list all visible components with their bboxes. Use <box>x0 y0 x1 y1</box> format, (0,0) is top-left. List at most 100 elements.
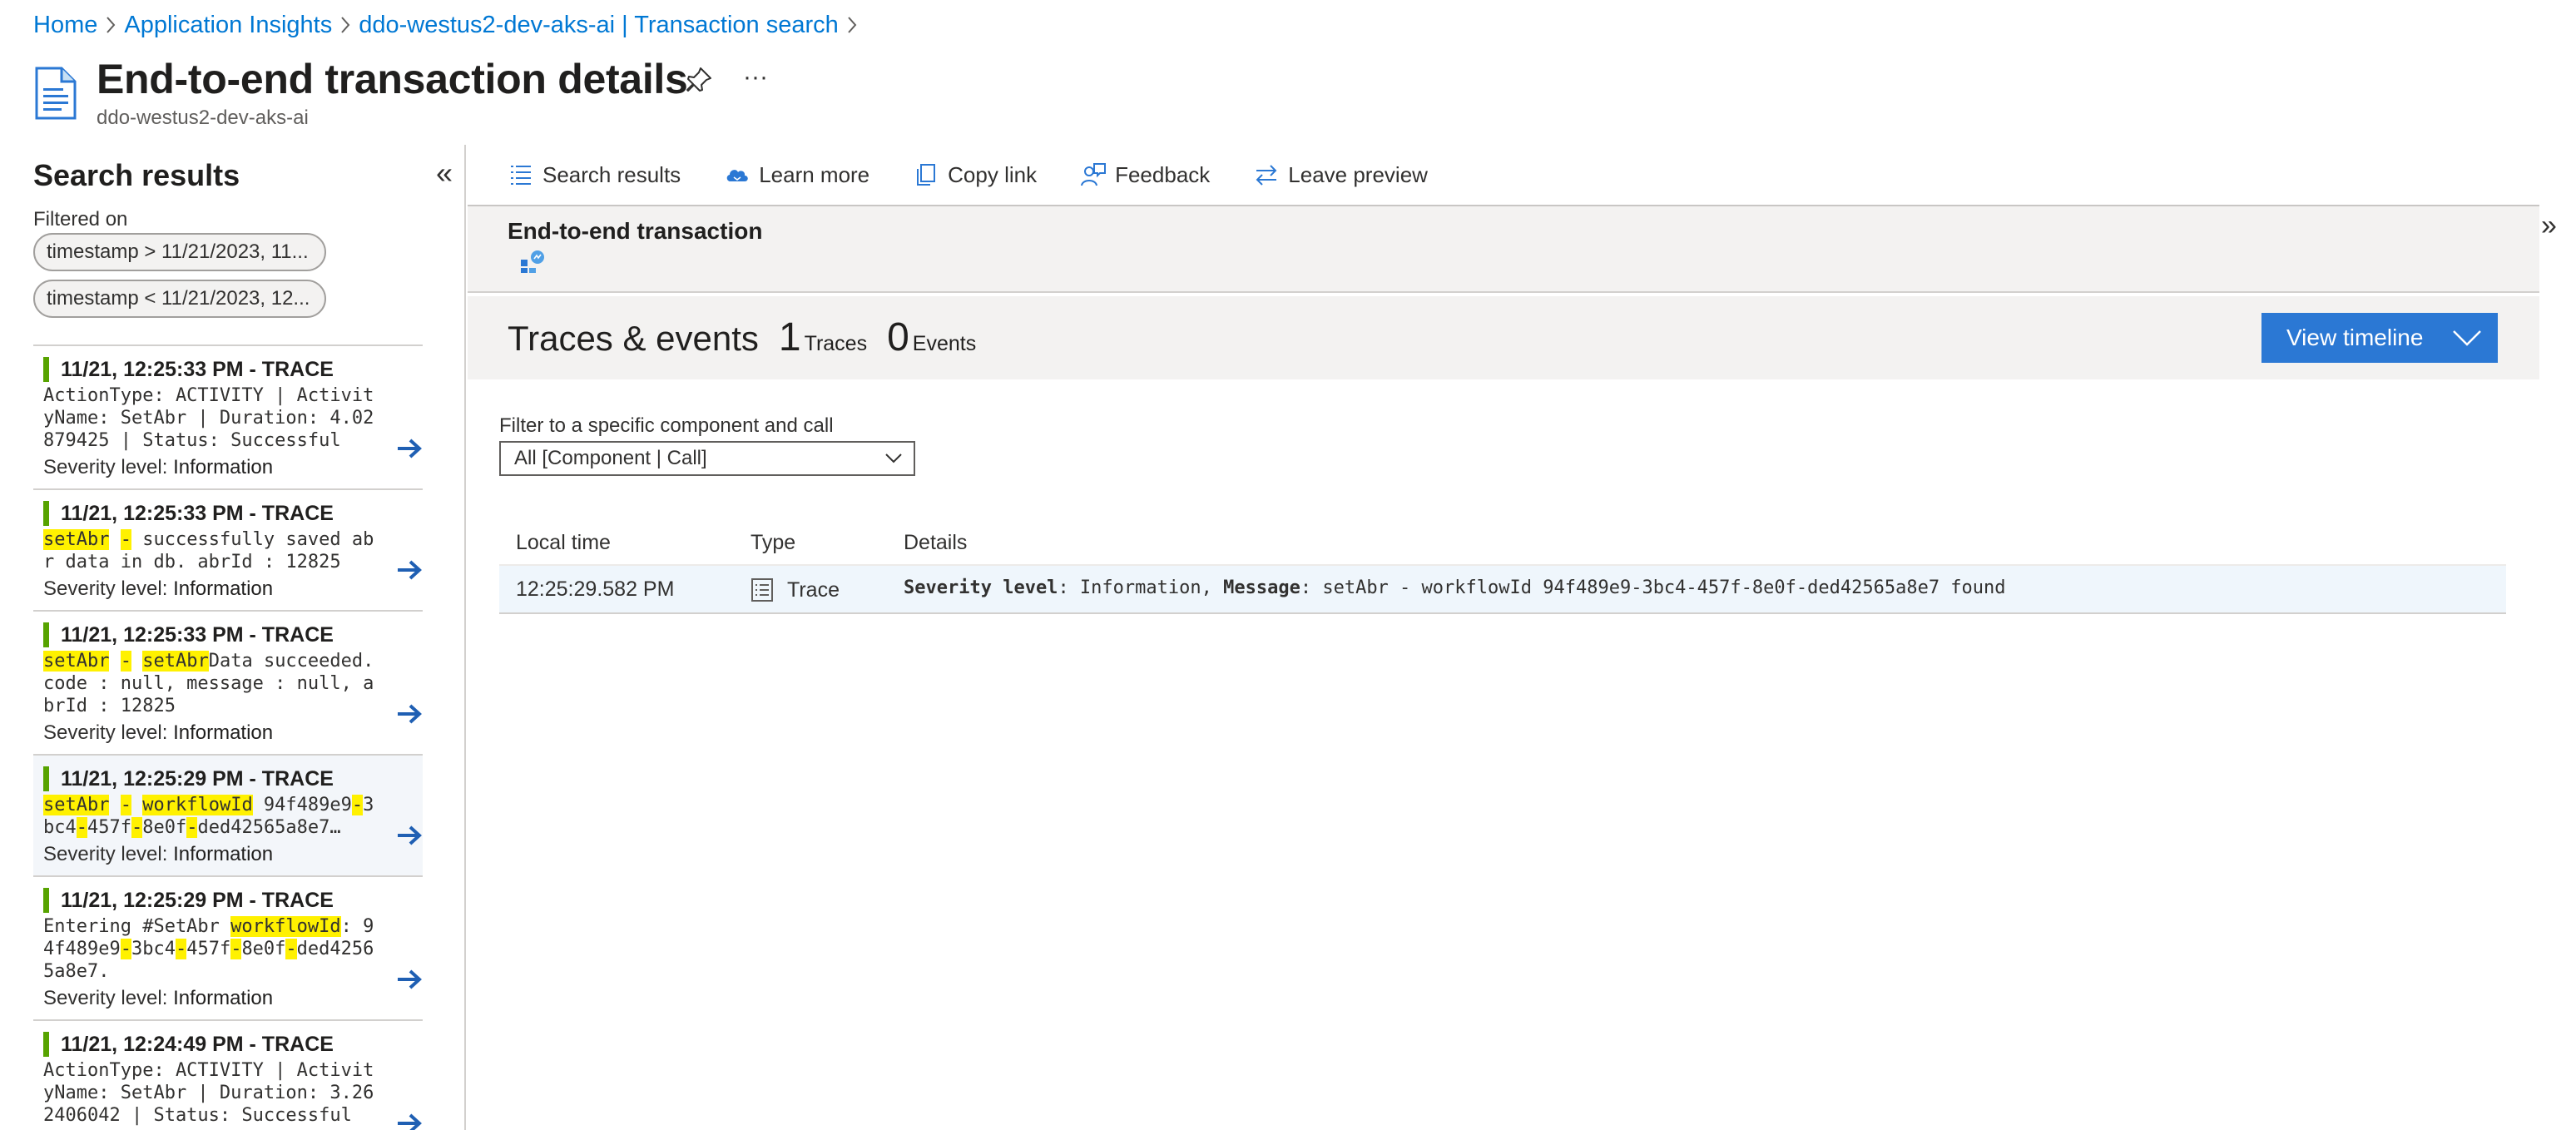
copy-link-button[interactable]: Copy link <box>913 161 1037 188</box>
app-insights-icon[interactable] <box>519 248 546 275</box>
message-text: ded42565a8e7… <box>197 817 341 838</box>
pane-divider[interactable] <box>464 145 466 1130</box>
search-result-item[interactable]: 11/21, 12:25:29 PM - TRACE setAbr - workf… <box>33 756 423 877</box>
message-text: 457f <box>186 939 231 959</box>
message-text: code : null, message : null, a <box>43 673 374 694</box>
collapse-pane-icon[interactable]: « <box>436 158 453 188</box>
leave-preview-label: Leave preview <box>1288 161 1428 187</box>
result-severity: Severity level: Information <box>43 575 413 603</box>
feedback-button[interactable]: Feedback <box>1080 161 1210 188</box>
switch-arrows-icon <box>1256 165 1277 186</box>
result-header: 11/21, 12:25:29 PM - TRACE <box>43 887 413 914</box>
search-highlight: - <box>285 939 297 959</box>
view-timeline-label: View timeline <box>2286 325 2424 350</box>
traces-unit: Traces <box>804 332 868 355</box>
search-result-item[interactable]: 11/21, 12:25:33 PM - TRACE ActionType: AC… <box>33 346 423 490</box>
page-title: End-to-end transaction details <box>97 56 688 102</box>
message-text <box>109 651 120 672</box>
result-severity: Severity level: Information <box>43 984 413 1013</box>
message-text: 3 <box>363 795 374 815</box>
search-results-button[interactable]: Search results <box>508 161 681 188</box>
learn-more-button[interactable]: Learn more <box>724 161 869 188</box>
search-highlight: workflowId <box>230 916 341 937</box>
search-result-item[interactable]: 11/21, 12:25:33 PM - TRACE setAbr - setAb… <box>33 612 423 756</box>
end-to-end-transaction-panel: End-to-end transaction <box>468 205 2539 293</box>
severity-value: Information <box>173 456 274 478</box>
events-count: 0 <box>887 315 909 359</box>
search-highlight: setAbr <box>43 529 110 550</box>
result-message: setAbr - successfully saved ab r data in … <box>43 528 413 573</box>
search-result-item[interactable]: 11/21, 12:25:29 PM - TRACE Entering #SetA… <box>33 877 423 1021</box>
search-result-item[interactable]: 11/21, 12:25:33 PM - TRACE setAbr - succe… <box>33 490 423 612</box>
traces-events-heading: Traces & events 1 Traces 0 Events <box>508 315 976 360</box>
result-timestamp: 11/21, 12:25:29 PM - TRACE <box>61 888 334 912</box>
filter-pill[interactable]: timestamp > 11/21/2023, 11... <box>33 233 326 271</box>
message-text: 8e0f <box>142 817 187 838</box>
result-message: Entering #SetAbr workflowId: 9 4f489e9-3b… <box>43 915 413 983</box>
result-header: 11/21, 12:25:33 PM - TRACE <box>43 622 413 648</box>
severity-value: Information <box>173 577 274 600</box>
trace-indicator-bar <box>43 766 49 791</box>
message-text: ActionType: ACTIVITY | Activit <box>43 1060 374 1081</box>
arrow-right-icon[interactable] <box>396 1112 423 1130</box>
severity-label: Severity level: <box>43 577 168 600</box>
message-text: 5a8e7. <box>43 961 110 982</box>
result-message: ActionType: ACTIVITY | Activit yName: Set… <box>43 384 413 452</box>
arrow-right-icon[interactable] <box>396 702 423 726</box>
result-severity: Severity level: Information <box>43 840 413 869</box>
breadcrumb-home[interactable]: Home <box>33 12 97 39</box>
result-message-line: yName: SetAbr | Duration: 3.26 <box>43 1082 388 1104</box>
feedback-label: Feedback <box>1115 161 1211 187</box>
trace-indicator-bar <box>43 357 49 382</box>
more-icon[interactable]: ··· <box>741 65 770 95</box>
pin-icon[interactable] <box>684 65 714 95</box>
result-message: ActionType: ACTIVITY | Activit yName: Set… <box>43 1059 413 1127</box>
search-highlight: - <box>120 939 131 959</box>
result-severity: Severity level: Information <box>43 453 413 482</box>
document-icon <box>35 67 77 120</box>
result-message-line: Entering #SetAbr workflowId: 9 <box>43 915 388 938</box>
search-result-item[interactable]: 11/21, 12:24:49 PM - TRACE ActionType: AC… <box>33 1021 423 1130</box>
chevron-right-icon <box>97 16 124 34</box>
arrow-right-icon[interactable] <box>396 437 423 460</box>
result-message: setAbr - workflowId 94f489e9-3 bc4-457f-8… <box>43 794 413 839</box>
arrow-right-icon[interactable] <box>396 824 423 847</box>
breadcrumb-application-insights[interactable]: Application Insights <box>124 12 332 39</box>
search-results-title: Search results <box>33 158 240 192</box>
result-message-line: bc4-457f-8e0f-ded42565a8e7… <box>43 816 388 839</box>
search-highlight: - <box>120 795 131 815</box>
expand-pane-icon[interactable]: » <box>2541 211 2557 240</box>
view-timeline-button[interactable]: View timeline <box>2261 313 2498 363</box>
column-details[interactable]: Details <box>904 531 967 555</box>
search-highlight: - <box>351 795 364 815</box>
filtered-on-label: Filtered on <box>33 208 128 230</box>
arrow-right-icon[interactable] <box>396 968 423 991</box>
message-text: 879425 | Status: Successful <box>43 430 341 451</box>
message-text: Data succeeded. <box>208 651 374 672</box>
table-row[interactable]: 12:25:29.582 PM Trace Severity level: In… <box>499 566 2506 614</box>
search-highlight: - <box>230 939 242 959</box>
message-text: 8e0f <box>241 939 286 959</box>
search-highlight: workflowId <box>142 795 253 815</box>
chevron-right-icon <box>839 16 865 34</box>
severity-value: Information <box>173 843 274 865</box>
message-text: yName: SetAbr | Duration: 4.02 <box>43 408 374 429</box>
arrow-right-icon[interactable] <box>396 558 423 582</box>
severity-label: Severity level: <box>43 456 168 478</box>
events-unit: Events <box>912 332 977 355</box>
filter-pill[interactable]: timestamp < 11/21/2023, 12... <box>33 280 326 318</box>
breadcrumb-transaction-search[interactable]: ddo-westus2-dev-aks-ai | Transaction sea… <box>359 12 839 39</box>
leave-preview-button[interactable]: Leave preview <box>1253 161 1428 188</box>
column-local-time[interactable]: Local time <box>516 531 611 555</box>
component-filter-label: Filter to a specific component and call <box>499 414 834 437</box>
trace-indicator-bar <box>43 501 49 526</box>
result-message-line: ActionType: ACTIVITY | Activit <box>43 1059 388 1082</box>
column-type[interactable]: Type <box>751 531 795 555</box>
message-text: Entering #SetAbr <box>43 916 231 937</box>
result-message-line: setAbr - successfully saved ab <box>43 528 388 551</box>
component-filter-select[interactable]: All [Component | Call] <box>499 441 915 476</box>
page-subtitle: ddo-westus2-dev-aks-ai <box>97 107 309 129</box>
list-icon <box>511 166 531 185</box>
message-key: Message <box>1223 577 1300 598</box>
learn-more-label: Learn more <box>759 161 870 187</box>
